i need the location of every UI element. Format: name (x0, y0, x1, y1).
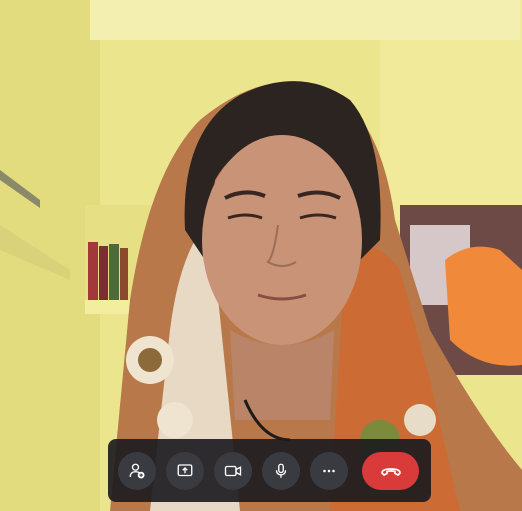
more-horizontal-icon (323, 469, 335, 472)
add-person-icon (129, 463, 145, 478)
end-call-button[interactable] (362, 451, 419, 490)
video-camera-icon (224, 465, 242, 476)
call-controls-toolbar (108, 439, 431, 502)
share-screen-icon (177, 463, 193, 476)
participant-video-image (0, 0, 522, 511)
remote-video-feed (0, 0, 522, 511)
end-call-icon (380, 467, 401, 476)
more-options-button[interactable] (310, 451, 348, 490)
microphone-button[interactable] (262, 451, 300, 490)
add-participant-button[interactable] (118, 451, 156, 490)
camera-button[interactable] (214, 451, 252, 490)
microphone-icon (275, 463, 287, 478)
share-screen-button[interactable] (166, 451, 204, 490)
